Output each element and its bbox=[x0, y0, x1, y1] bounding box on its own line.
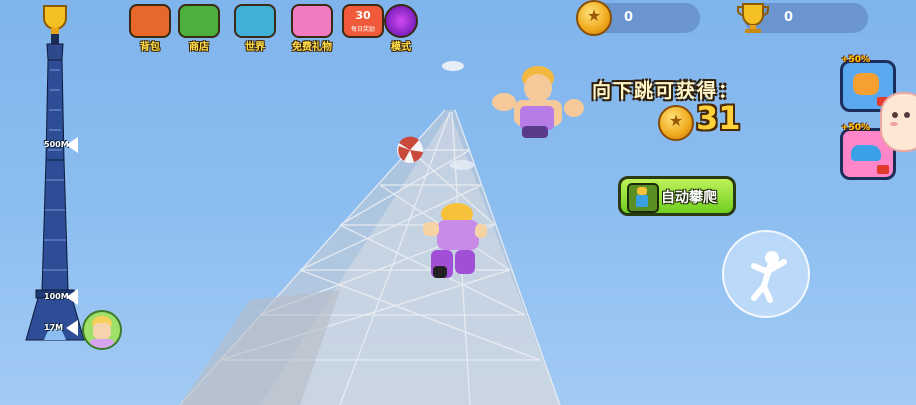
coin-count: 0 bbox=[624, 10, 634, 25]
speed-shoe-icon bbox=[851, 145, 881, 161]
world-map-icon bbox=[234, 4, 276, 38]
boost-percent: +50% bbox=[841, 123, 871, 133]
portal-icon bbox=[384, 4, 418, 38]
marker-pointer-icon bbox=[66, 320, 78, 336]
jump-button[interactable] bbox=[722, 230, 810, 318]
auto-climb-label: 自动攀爬 bbox=[661, 190, 717, 206]
shop-label: 商店 bbox=[189, 42, 209, 53]
shop-cart-icon bbox=[178, 4, 220, 38]
jumping-person-icon bbox=[751, 251, 787, 303]
mode-button[interactable]: 模式 bbox=[377, 4, 425, 53]
strength-boost-icon bbox=[853, 73, 879, 95]
trophy-count: 0 bbox=[784, 10, 794, 25]
gift-tag-icon bbox=[877, 165, 889, 174]
boost-percent: +50% bbox=[841, 55, 871, 65]
altitude-marker-500m: 500M bbox=[44, 140, 69, 149]
flying-character bbox=[492, 66, 584, 138]
altitude-marker-100m: 100M bbox=[44, 292, 69, 301]
altitude-marker-17m: 17M bbox=[44, 323, 64, 332]
free-gift-label: 免费礼物 bbox=[292, 42, 332, 53]
climber-icon bbox=[627, 183, 659, 213]
trophy-icon bbox=[43, 5, 67, 34]
world-button[interactable]: 世界 bbox=[231, 4, 279, 53]
gift-box-icon bbox=[291, 4, 333, 38]
coin-icon bbox=[658, 105, 694, 141]
backpack-icon bbox=[129, 4, 171, 38]
world-label: 世界 bbox=[245, 42, 265, 53]
free-gift-button[interactable]: 免费礼物 bbox=[286, 4, 338, 53]
trophy-icon bbox=[737, 3, 769, 33]
player-position-avatar bbox=[82, 310, 122, 350]
coin-icon bbox=[576, 0, 612, 36]
cat-mascot-icon[interactable] bbox=[880, 92, 916, 152]
mode-label: 模式 bbox=[391, 42, 411, 53]
auto-climb-button[interactable]: 自动攀爬 bbox=[618, 176, 736, 216]
marker-pointer-icon bbox=[66, 137, 78, 153]
backpack-label: 背包 bbox=[140, 42, 160, 53]
cloud bbox=[450, 160, 474, 170]
shop-button[interactable]: 商店 bbox=[175, 4, 223, 53]
marker-pointer-icon bbox=[66, 289, 78, 305]
jump-reward-value: 31 bbox=[696, 99, 741, 137]
player-avatar bbox=[423, 203, 487, 278]
backpack-button[interactable]: 背包 bbox=[126, 4, 174, 53]
cloud bbox=[442, 61, 464, 71]
